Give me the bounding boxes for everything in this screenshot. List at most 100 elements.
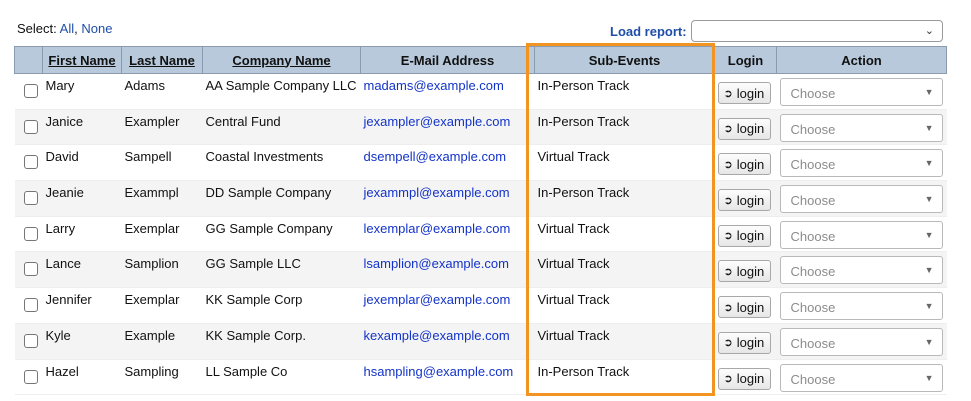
action-select[interactable]: Choose ▼ <box>779 149 943 178</box>
action-select[interactable]: Choose ▼ <box>779 256 943 285</box>
caret-down-icon: ▼ <box>924 194 934 205</box>
sign-in-icon: ➲ <box>723 87 733 100</box>
email-cell: jexemplar@example.com <box>360 287 535 324</box>
company-cell: Central Fund <box>202 109 361 146</box>
company-cell: KK Sample Corp. <box>202 323 361 360</box>
select-cell <box>14 73 43 110</box>
last-name-cell: Sampell <box>121 144 203 182</box>
select-none-link[interactable]: None <box>81 21 112 36</box>
first-name-cell: Jennifer <box>42 287 122 324</box>
header-email: E-Mail Address <box>360 46 535 74</box>
login-button[interactable]: ➲ login <box>717 367 772 390</box>
sign-in-icon: ➲ <box>723 301 733 314</box>
login-button[interactable]: ➲ login <box>717 331 772 354</box>
sign-in-icon: ➲ <box>723 337 733 350</box>
email-link[interactable]: dsempell@example.com <box>364 145 532 164</box>
caret-down-icon: ▼ <box>924 265 934 276</box>
toolbar: Select: All, None Load report: ⌄ <box>0 0 971 46</box>
login-button[interactable]: ➲ login <box>717 117 772 140</box>
action-placeholder: Choose <box>790 86 836 101</box>
select-all-link[interactable]: All <box>60 21 74 36</box>
first-name-cell: Lance <box>42 251 122 289</box>
load-report-select[interactable]: ⌄ <box>691 20 943 42</box>
caret-down-icon: ▼ <box>924 122 934 133</box>
last-name-cell: Adams <box>121 73 203 110</box>
login-button[interactable]: ➲ login <box>717 224 772 247</box>
sign-in-icon: ➲ <box>723 373 733 385</box>
email-cell: lexemplar@example.com <box>360 216 535 253</box>
sign-in-icon: ➲ <box>723 265 733 278</box>
row-checkbox[interactable] <box>23 226 38 241</box>
company-cell: GG Sample Company <box>202 216 361 253</box>
email-cell: kexample@example.com <box>360 323 535 360</box>
company-cell: GG Sample LLC <box>202 251 361 289</box>
header-select <box>14 46 43 74</box>
action-placeholder: Choose <box>790 157 836 173</box>
company-cell: DD Sample Company <box>202 180 361 217</box>
first-name-cell: Mary <box>42 73 122 110</box>
header-last-name[interactable]: Last Name <box>121 46 203 74</box>
sub-events-cell: Virtual Track <box>534 323 715 360</box>
login-button-label: login <box>736 263 765 279</box>
sub-events-cell: In-Person Track <box>534 180 715 217</box>
action-placeholder: Choose <box>790 300 836 316</box>
login-button-label: login <box>736 121 765 137</box>
action-placeholder: Choose <box>790 228 836 244</box>
row-checkbox[interactable] <box>23 155 38 170</box>
email-link[interactable]: jexammpl@example.com <box>364 181 532 200</box>
action-select[interactable]: Choose ▼ <box>779 78 943 106</box>
action-cell: Choose ▼ <box>776 109 947 146</box>
action-select[interactable]: Choose ▼ <box>779 292 943 321</box>
email-cell: dsempell@example.com <box>360 144 535 182</box>
row-checkbox[interactable] <box>23 119 38 134</box>
action-select[interactable]: Choose ▼ <box>779 327 943 356</box>
company-cell: KK Sample Corp <box>202 287 361 324</box>
table-row: Jennifer Exemplar KK Sample Corp jexemplar@… <box>14 287 947 324</box>
header-login: Login <box>714 46 777 74</box>
select-cell <box>14 287 43 324</box>
login-cell: ➲ login <box>714 73 777 110</box>
login-button-label: login <box>736 371 765 386</box>
email-link[interactable]: kexample@example.com <box>364 324 532 343</box>
login-cell: ➲ login <box>714 323 777 360</box>
action-select[interactable]: Choose ▼ <box>779 220 943 249</box>
email-link[interactable]: madams@example.com <box>364 74 532 93</box>
header-first-name[interactable]: First Name <box>42 46 122 74</box>
table-row: Jeanie Exammpl DD Sample Company jexammpl@e… <box>14 180 947 217</box>
select-label: Select: <box>17 21 57 36</box>
action-select[interactable]: Choose ▼ <box>779 363 943 392</box>
row-checkbox[interactable] <box>23 333 38 348</box>
row-checkbox[interactable] <box>23 298 38 313</box>
login-button[interactable]: ➲ login <box>717 296 772 319</box>
select-cell <box>14 216 43 253</box>
action-select[interactable]: Choose ▼ <box>779 113 943 142</box>
login-button[interactable]: ➲ login <box>717 82 772 104</box>
caret-down-icon: ▼ <box>924 336 934 347</box>
first-name-cell: Jeanie <box>42 180 122 217</box>
email-link[interactable]: jexemplar@example.com <box>364 288 532 307</box>
header-company-name[interactable]: Company Name <box>202 46 361 74</box>
login-button[interactable]: ➲ login <box>717 153 772 176</box>
action-cell: Choose ▼ <box>776 73 947 110</box>
email-link[interactable]: jexampler@example.com <box>364 110 532 129</box>
load-report-label: Load report: <box>610 24 687 39</box>
action-select[interactable]: Choose ▼ <box>779 185 943 214</box>
sub-events-cell: Virtual Track <box>534 216 715 253</box>
email-link[interactable]: hsampling@example.com <box>364 360 532 379</box>
row-checkbox[interactable] <box>23 262 38 277</box>
login-button-label: login <box>736 156 765 172</box>
login-button[interactable]: ➲ login <box>717 189 772 212</box>
caret-down-icon: ▼ <box>924 372 934 383</box>
email-cell: madams@example.com <box>360 73 535 110</box>
row-checkbox[interactable] <box>23 84 38 98</box>
email-link[interactable]: lsamplion@example.com <box>364 252 532 271</box>
login-button-label: login <box>736 299 765 315</box>
login-button[interactable]: ➲ login <box>717 260 772 283</box>
first-name-cell: Janice <box>42 109 122 146</box>
email-link[interactable]: lexemplar@example.com <box>364 217 532 236</box>
table-row: Hazel Sampling LL Sample Co hsampling@examp… <box>14 359 947 396</box>
select-cell <box>14 323 43 360</box>
action-placeholder: Choose <box>790 121 836 137</box>
row-checkbox[interactable] <box>23 191 38 206</box>
row-checkbox[interactable] <box>23 369 38 384</box>
